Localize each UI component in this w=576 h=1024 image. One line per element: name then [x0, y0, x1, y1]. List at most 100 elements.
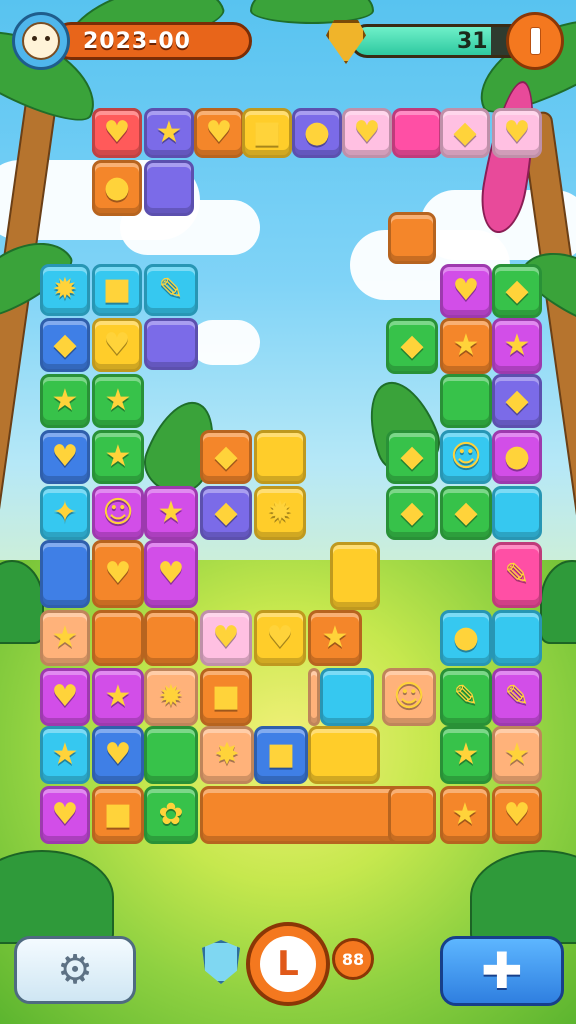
game-tile[interactable]	[320, 668, 374, 726]
game-tile[interactable]: ♥	[92, 318, 142, 372]
game-tile[interactable]: ■	[92, 786, 144, 844]
game-tile[interactable]: ★	[92, 430, 144, 484]
game-tile[interactable]: ■	[200, 668, 252, 726]
game-tile[interactable]: ☺	[92, 486, 144, 540]
game-tile[interactable]: ●	[492, 430, 542, 484]
game-tile[interactable]	[388, 786, 436, 844]
score-value: 2023-00	[83, 29, 191, 54]
game-tile[interactable]: ◆	[386, 486, 438, 540]
tile-glyph-icon: ♥	[51, 679, 79, 714]
main-action-button[interactable]: L	[246, 922, 330, 1006]
pause-icon	[529, 27, 541, 55]
game-tile[interactable]: ♥	[440, 264, 492, 318]
tile-glyph-icon: ✹	[158, 679, 184, 714]
game-tile[interactable]: ★	[40, 374, 90, 428]
tile-glyph-icon: ●	[452, 620, 480, 655]
game-tile[interactable]: ♥	[342, 108, 392, 158]
tile-glyph-icon: ☺	[450, 439, 482, 474]
game-tile[interactable]	[440, 374, 492, 428]
game-tile[interactable]: ●	[440, 610, 492, 666]
game-tile[interactable]	[144, 318, 198, 370]
game-tile[interactable]: ◆	[492, 374, 542, 428]
game-tile[interactable]: ♥	[40, 668, 90, 726]
game-tile[interactable]: ✹	[144, 668, 198, 726]
game-tile[interactable]: ◆	[386, 430, 438, 484]
game-tile[interactable]: ◆	[440, 486, 492, 540]
avatar[interactable]	[12, 12, 70, 70]
game-tile[interactable]: ♥	[40, 430, 90, 484]
game-tile[interactable]: ●	[292, 108, 342, 158]
game-tile[interactable]: ■	[254, 726, 308, 784]
gear-icon: ⚙	[57, 947, 93, 993]
game-tile[interactable]: ●	[92, 160, 142, 216]
game-tile[interactable]: ◆	[440, 108, 490, 158]
game-tile[interactable]: ◆	[492, 264, 542, 318]
tile-glyph-icon: ★	[104, 679, 132, 714]
tile-glyph-icon: ✎	[504, 557, 530, 592]
game-tile[interactable]: ★	[308, 610, 362, 666]
tile-glyph-icon: ◆	[400, 328, 424, 363]
game-tile[interactable]	[308, 726, 380, 784]
game-tile[interactable]: ★	[492, 726, 542, 784]
game-tile[interactable]: ★	[40, 726, 90, 784]
game-tile[interactable]: ★	[440, 726, 492, 784]
game-tile[interactable]: ✦	[40, 486, 90, 540]
tile-glyph-icon: ♥	[51, 797, 79, 832]
game-tile[interactable]	[492, 486, 542, 540]
game-tile[interactable]: ✹	[40, 264, 90, 316]
game-tile[interactable]: ♥	[254, 610, 306, 666]
game-tile[interactable]	[308, 668, 320, 726]
tile-glyph-icon: ♥	[503, 797, 531, 832]
game-tile[interactable]: ♥	[492, 108, 542, 158]
game-tile[interactable]: ★	[492, 318, 542, 374]
game-tile[interactable]: ♥	[92, 726, 144, 784]
game-tile[interactable]	[492, 610, 542, 666]
game-tile[interactable]: ◆	[386, 318, 438, 374]
game-tile[interactable]	[92, 610, 144, 666]
game-tile[interactable]	[392, 108, 442, 158]
game-tile[interactable]: ✸	[200, 726, 254, 784]
game-tile[interactable]	[144, 160, 194, 216]
game-tile[interactable]: ♥	[92, 108, 142, 158]
game-tile[interactable]: ✹	[254, 486, 306, 540]
game-tile[interactable]: ✿	[144, 786, 198, 844]
tile-glyph-icon: ◆	[214, 439, 238, 474]
game-tile[interactable]: ★	[440, 318, 492, 374]
game-tile[interactable]: ★	[144, 486, 198, 540]
game-tile[interactable]	[40, 540, 90, 608]
game-tile[interactable]: ☺	[382, 668, 436, 726]
settings-button[interactable]: ⚙	[14, 936, 136, 1004]
game-tile[interactable]: ✎	[492, 542, 542, 608]
game-tile[interactable]: ♥	[144, 540, 198, 608]
game-tile[interactable]: ◆	[200, 430, 252, 484]
game-tile[interactable]: ★	[40, 610, 90, 666]
game-tile[interactable]: ◆	[40, 318, 90, 372]
game-tile[interactable]: ♥	[40, 786, 90, 844]
game-tile[interactable]: ✎	[440, 668, 492, 726]
tile-glyph-icon: ✦	[52, 495, 78, 530]
game-tile[interactable]: ♥	[492, 786, 542, 844]
game-tile[interactable]: ♥	[200, 610, 252, 666]
game-tile[interactable]: ☺	[440, 430, 492, 484]
add-button[interactable]: ✚	[440, 936, 564, 1006]
game-tile[interactable]: ★	[144, 108, 194, 158]
game-tile[interactable]: ■	[242, 108, 292, 158]
game-tile[interactable]: ★	[440, 786, 490, 844]
tile-glyph-icon: ◆	[454, 495, 478, 530]
game-tile[interactable]: ★	[92, 668, 144, 726]
game-tile[interactable]	[144, 610, 198, 666]
game-tile[interactable]: ♥	[92, 540, 144, 608]
game-tile[interactable]	[254, 430, 306, 484]
game-tile[interactable]: ★	[92, 374, 144, 428]
level-value: 31	[457, 29, 488, 54]
game-tile[interactable]	[144, 726, 198, 784]
pause-button[interactable]	[506, 12, 564, 70]
game-tile[interactable]: ♥	[194, 108, 244, 158]
game-tile[interactable]: ■	[92, 264, 142, 316]
tile-glyph-icon: ★	[51, 620, 79, 655]
game-tile[interactable]: ◆	[200, 486, 252, 540]
game-tile[interactable]	[330, 542, 380, 610]
game-tile[interactable]	[388, 212, 436, 264]
game-tile[interactable]: ✎	[144, 264, 198, 316]
game-tile[interactable]: ✎	[492, 668, 542, 726]
